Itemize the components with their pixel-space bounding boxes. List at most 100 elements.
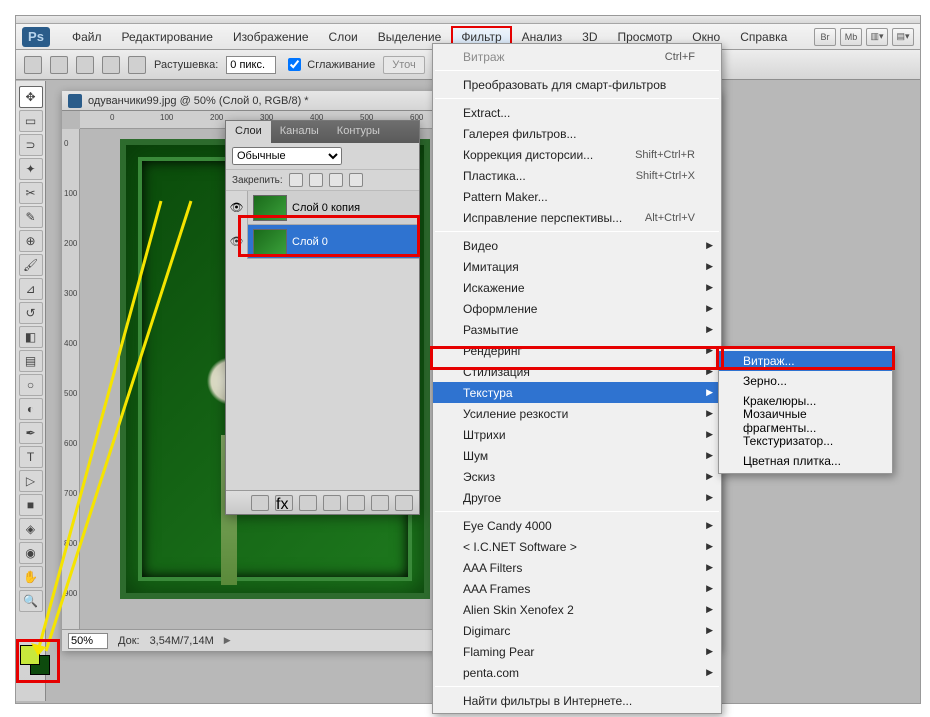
adjustment-icon[interactable] (323, 495, 341, 511)
menu-справка[interactable]: Справка (730, 26, 797, 48)
sel-add-icon[interactable] (76, 56, 94, 74)
menu-item-витраж[interactable]: ВитражCtrl+F (433, 46, 721, 67)
menu-item-alien-skin-xenofex-2[interactable]: Alien Skin Xenofex 2▶ (433, 599, 721, 620)
tab-paths[interactable]: Контуры (328, 121, 389, 143)
fx-icon[interactable]: fx (275, 495, 293, 511)
lock-label: Закрепить: (232, 175, 283, 186)
menu-item-искажение[interactable]: Искажение▶ (433, 277, 721, 298)
blur-tool[interactable]: ○ (19, 374, 43, 396)
heal-tool[interactable]: ⊕ (19, 230, 43, 252)
menu-item-штрихи[interactable]: Штрихи▶ (433, 424, 721, 445)
sel-sub-icon[interactable] (102, 56, 120, 74)
minibridge-button[interactable]: Mb (840, 28, 862, 46)
feather-label: Растушевка: (154, 59, 218, 71)
lasso-tool[interactable]: ⊃ (19, 134, 43, 156)
gradient-tool[interactable]: ▤ (19, 350, 43, 372)
lock-transparent-icon[interactable] (289, 173, 303, 187)
menu-item-имитация[interactable]: Имитация▶ (433, 256, 721, 277)
menu-item-размытие[interactable]: Размытие▶ (433, 319, 721, 340)
3d-camera-tool[interactable]: ◉ (19, 542, 43, 564)
menu-item-aaa-filters[interactable]: AAA Filters▶ (433, 557, 721, 578)
3d-tool[interactable]: ◈ (19, 518, 43, 540)
menu-item-цветная-плитка-[interactable]: Цветная плитка... (719, 451, 892, 471)
tab-channels[interactable]: Каналы (271, 121, 328, 143)
antialias-checkbox[interactable]: Сглаживание (284, 55, 375, 74)
shape-tool[interactable]: ■ (19, 494, 43, 516)
zoom-input[interactable] (68, 633, 108, 649)
move-tool[interactable]: ✥ (19, 86, 43, 108)
link-layers-icon[interactable] (251, 495, 269, 511)
menu-изображение[interactable]: Изображение (223, 26, 319, 48)
menu-item-найти-фильтры-в-интернете-[interactable]: Найти фильтры в Интернете... (433, 690, 721, 711)
menu-item-усиление-резкости[interactable]: Усиление резкости▶ (433, 403, 721, 424)
menu-item-коррекция-дисторсии-[interactable]: Коррекция дисторсии...Shift+Ctrl+R (433, 144, 721, 165)
lock-image-icon[interactable] (309, 173, 323, 187)
ruler-vertical: 0100200300400500600700800900 (62, 129, 80, 629)
bridge-button[interactable]: Br (814, 28, 836, 46)
marquee-tool[interactable]: ▭ (19, 110, 43, 132)
document-title: одуванчики99.jpg @ 50% (Слой 0, RGB/8) * (88, 95, 309, 107)
layer-name: Слой 0 копия (292, 202, 360, 214)
pen-tool[interactable]: ✒ (19, 422, 43, 444)
menu-item-текстура[interactable]: Текстура▶ (433, 382, 721, 403)
group-icon[interactable] (347, 495, 365, 511)
crop-tool[interactable]: ✂ (19, 182, 43, 204)
screen-mode-button[interactable]: ▥▾ (866, 28, 888, 46)
menu-item-видео[interactable]: Видео▶ (433, 235, 721, 256)
lock-position-icon[interactable] (329, 173, 343, 187)
sel-int-icon[interactable] (128, 56, 146, 74)
menu-item-преобразовать-для-смарт-фильтров[interactable]: Преобразовать для смарт-фильтров (433, 74, 721, 95)
menu-редактирование[interactable]: Редактирование (112, 26, 223, 48)
stamp-tool[interactable]: ⊿ (19, 278, 43, 300)
menu-слои[interactable]: Слои (319, 26, 368, 48)
lock-all-icon[interactable] (349, 173, 363, 187)
eyedropper-tool[interactable]: ✎ (19, 206, 43, 228)
file-icon (68, 94, 82, 108)
path-tool[interactable]: ▷ (19, 470, 43, 492)
workspace-switcher[interactable]: ▤▾ (892, 28, 914, 46)
tab-layers[interactable]: Слои (226, 121, 271, 143)
zoom-tool[interactable]: 🔍 (19, 590, 43, 612)
refine-edge-button[interactable]: Уточ (383, 56, 425, 74)
delete-layer-icon[interactable] (395, 495, 413, 511)
menu-item-eye-candy-4000[interactable]: Eye Candy 4000▶ (433, 515, 721, 536)
eraser-tool[interactable]: ◧ (19, 326, 43, 348)
menu-item-шум[interactable]: Шум▶ (433, 445, 721, 466)
menu-item-текстуризатор-[interactable]: Текстуризатор... (719, 431, 892, 451)
window-titlebar (16, 16, 920, 24)
menu-item-aaa-frames[interactable]: AAA Frames▶ (433, 578, 721, 599)
menu-item-другое[interactable]: Другое▶ (433, 487, 721, 508)
filter-menu-dropdown: ВитражCtrl+F Преобразовать для смарт-филь… (432, 43, 722, 714)
type-tool[interactable]: T (19, 446, 43, 468)
docsize-value: 3,54M/7,14M (150, 635, 214, 647)
menu-item--i-c-net-software-[interactable]: < I.C.NET Software >▶ (433, 536, 721, 557)
brush-tool[interactable]: 🖌 (19, 254, 43, 276)
menu-item-мозаичные-фрагменты-[interactable]: Мозаичные фрагменты... (719, 411, 892, 431)
feather-input[interactable] (226, 56, 276, 74)
menu-item-penta-com[interactable]: penta.com▶ (433, 662, 721, 683)
menu-item-эскиз[interactable]: Эскиз▶ (433, 466, 721, 487)
menu-item-pattern-maker-[interactable]: Pattern Maker... (433, 186, 721, 207)
history-brush-tool[interactable]: ↺ (19, 302, 43, 324)
dodge-tool[interactable]: ◐ (19, 398, 43, 420)
highlight-selected-layer (238, 215, 420, 257)
wand-tool[interactable]: ✦ (19, 158, 43, 180)
toolbox: ✥ ▭ ⊃ ✦ ✂ ✎ ⊕ 🖌 ⊿ ↺ ◧ ▤ ○ ◐ ✒ T ▷ ■ ◈ ◉ … (16, 81, 46, 701)
layers-panel-tabs: Слои Каналы Контуры (226, 121, 419, 143)
menu-item-extract-[interactable]: Extract... (433, 102, 721, 123)
menu-item-digimarc[interactable]: Digimarc▶ (433, 620, 721, 641)
highlight-vitrage-item (716, 346, 895, 370)
menu-item-зерно-[interactable]: Зерно... (719, 371, 892, 391)
menu-item-пластика-[interactable]: Пластика...Shift+Ctrl+X (433, 165, 721, 186)
menu-item-flaming-pear[interactable]: Flaming Pear▶ (433, 641, 721, 662)
mask-icon[interactable] (299, 495, 317, 511)
blend-mode-select[interactable]: Обычные (232, 147, 342, 165)
new-layer-icon[interactable] (371, 495, 389, 511)
menu-item-галерея-фильтров-[interactable]: Галерея фильтров... (433, 123, 721, 144)
menu-item-оформление[interactable]: Оформление▶ (433, 298, 721, 319)
sel-new-icon[interactable] (50, 56, 68, 74)
menu-файл[interactable]: Файл (62, 26, 112, 48)
tool-preset-icon[interactable] (24, 56, 42, 74)
menu-item-исправление-перспективы-[interactable]: Исправление перспективы...Alt+Ctrl+V (433, 207, 721, 228)
hand-tool[interactable]: ✋ (19, 566, 43, 588)
